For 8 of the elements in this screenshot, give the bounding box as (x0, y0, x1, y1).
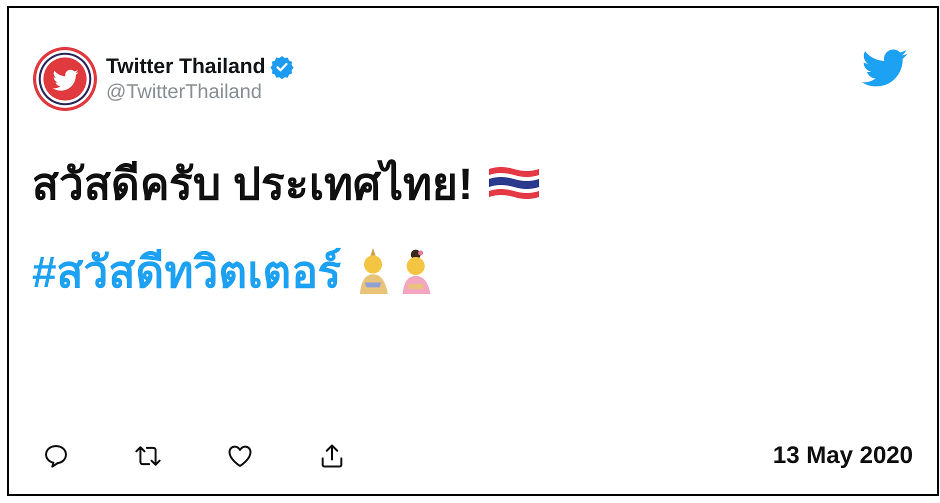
hashtag-link[interactable]: #สวัสดีทวิตเตอร์ (32, 236, 342, 306)
tweet-text: สวัสดีครับ ประเทศไทย! (32, 158, 473, 211)
avatar-icon[interactable] (32, 46, 98, 112)
reply-icon[interactable] (42, 442, 70, 470)
author-name[interactable]: Twitter Thailand (106, 54, 266, 78)
author-handle[interactable]: @TwitterThailand (106, 80, 847, 104)
tweet-date: 13 May 2020 (772, 442, 913, 470)
flag-icon (486, 165, 541, 201)
